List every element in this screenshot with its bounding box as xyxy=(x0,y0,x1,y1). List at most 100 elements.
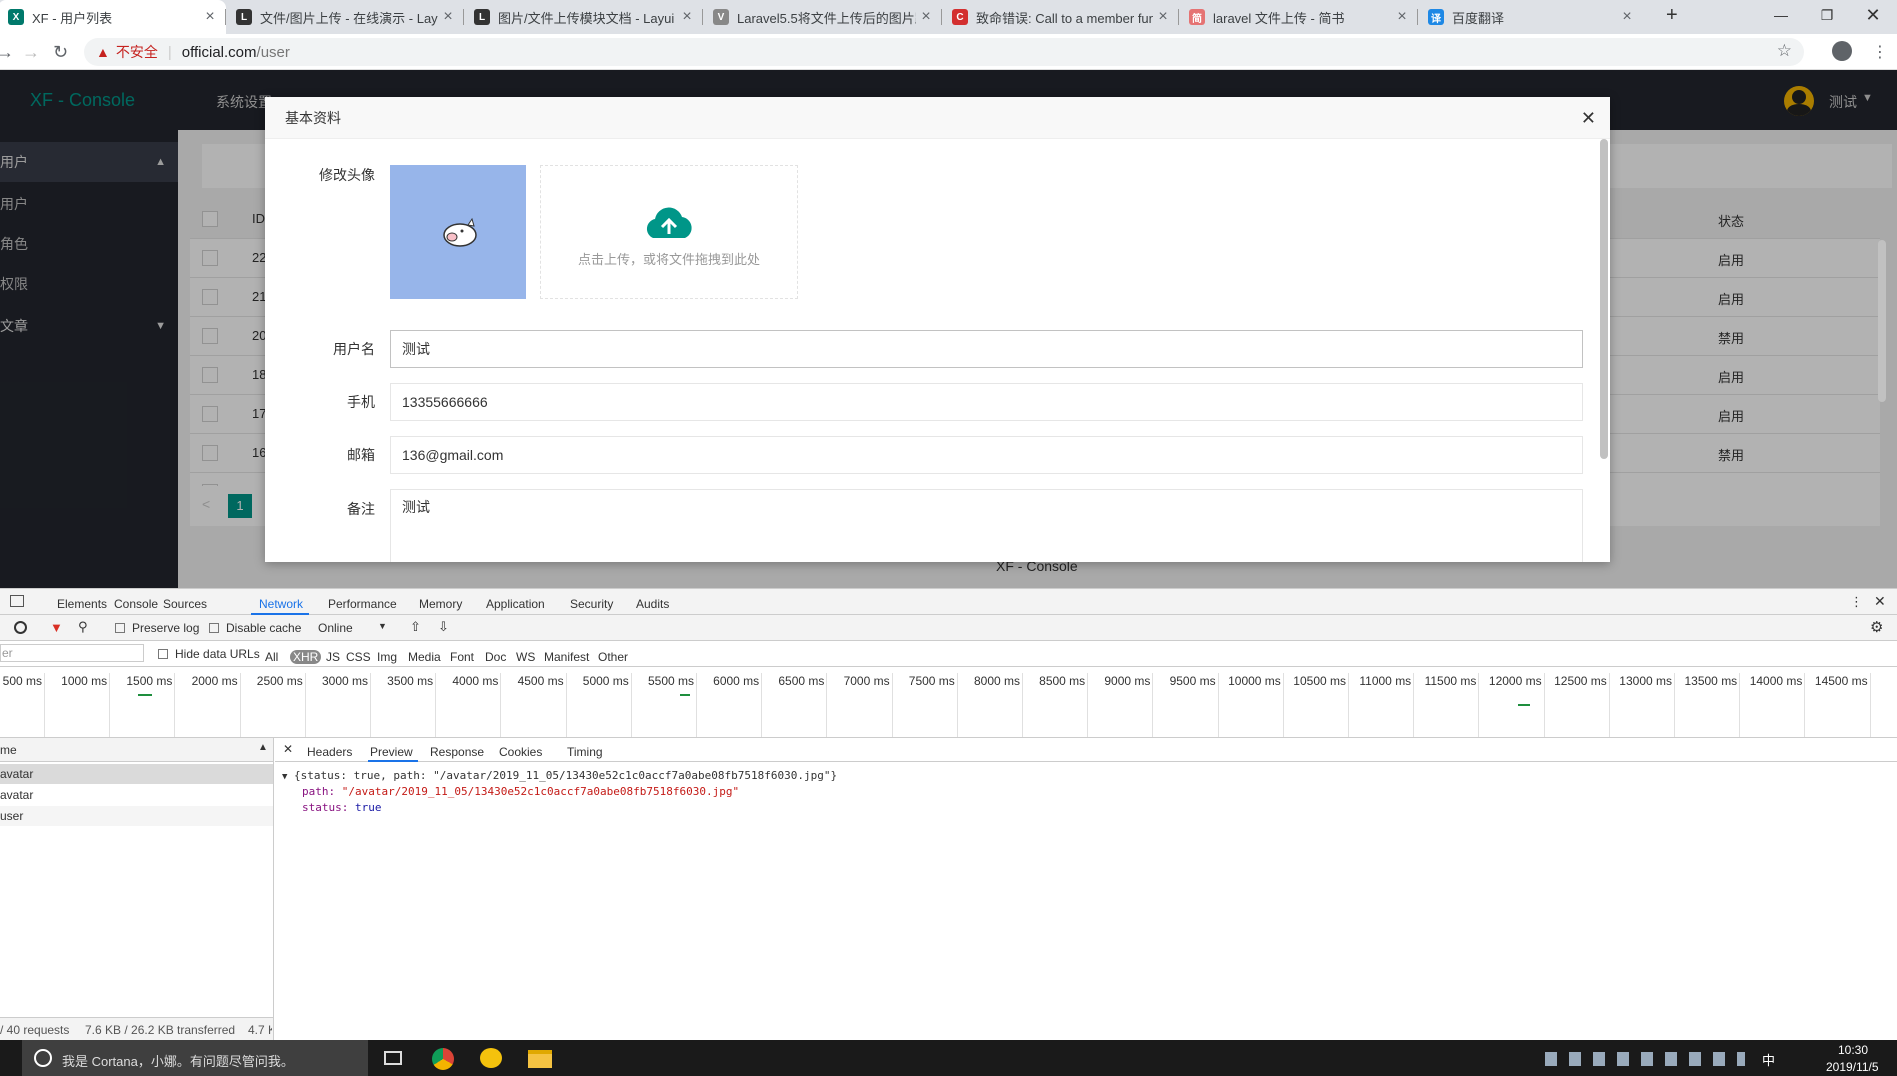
star-icon[interactable]: ☆ xyxy=(1777,41,1792,61)
browser-tab[interactable]: V Laravel5.5将文件上传后的图片路 × xyxy=(703,0,942,34)
devtools-tab-audits[interactable]: Audits xyxy=(636,597,669,611)
detail-tab-timing[interactable]: Timing xyxy=(567,745,603,759)
remark-textarea[interactable]: 测试 xyxy=(390,489,1583,562)
devtools-tab-memory[interactable]: Memory xyxy=(419,597,462,611)
export-icon[interactable]: ⇩ xyxy=(438,619,449,635)
timeline-tick-label: 2000 ms xyxy=(191,674,238,688)
filter-type-xhr[interactable]: XHR xyxy=(290,650,322,664)
duck-taskbar-icon[interactable] xyxy=(480,1048,502,1068)
filter-input[interactable]: er xyxy=(0,644,144,662)
timeline-tick-label: 13500 ms xyxy=(1684,674,1738,688)
devtools-tab-console[interactable]: Console xyxy=(114,597,158,611)
forward-icon-2[interactable]: → xyxy=(22,42,40,63)
upload-dropzone[interactable]: 点击上传，或将文件拖拽到此处 xyxy=(540,165,798,299)
devtools-tab-security[interactable]: Security xyxy=(570,597,613,611)
url-input[interactable]: ▲ 不安全 | official.com /user ☆ xyxy=(84,38,1804,66)
clock-time[interactable]: 10:30 xyxy=(1838,1043,1868,1057)
browser-tab[interactable]: L 文件/图片上传 - 在线演示 - Layu × xyxy=(226,0,464,34)
import-icon[interactable]: ⇧ xyxy=(410,619,421,635)
devtools-tab-performance[interactable]: Performance xyxy=(328,597,397,611)
dock-icon[interactable] xyxy=(10,595,24,607)
menu-dots-icon[interactable]: ⋮ xyxy=(1872,42,1888,62)
preserve-log-checkbox[interactable] xyxy=(115,623,125,633)
tab-close-icon[interactable]: × xyxy=(1153,8,1173,26)
filter-type-js[interactable]: JS xyxy=(326,650,340,664)
tab-close-icon[interactable]: × xyxy=(1392,8,1412,26)
filter-type-other[interactable]: Other xyxy=(598,650,628,664)
filter-type-media[interactable]: Media xyxy=(408,650,441,664)
timeline-tick-label: 6500 ms xyxy=(778,674,825,688)
cortana-search[interactable]: 我是 Cortana，小娜。有问题尽管问我。 xyxy=(22,1040,368,1076)
phone-label: 手机 xyxy=(347,394,375,410)
filter-type-all[interactable]: All xyxy=(265,650,278,664)
tab-close-icon[interactable]: × xyxy=(916,8,936,26)
filter-type-doc[interactable]: Doc xyxy=(485,650,506,664)
page-scrollbar[interactable] xyxy=(1878,240,1886,402)
request-row[interactable]: avatar xyxy=(0,785,273,805)
devtools-tab-network[interactable]: Network xyxy=(259,597,303,611)
settings-gear-icon[interactable]: ⚙ xyxy=(1870,618,1883,636)
close-window-icon[interactable]: ✕ xyxy=(1850,0,1896,30)
devtools-tab-sources[interactable]: Sources xyxy=(163,597,207,611)
clock-date[interactable]: 2019/11/5 xyxy=(1826,1060,1879,1074)
detail-tab-cookies[interactable]: Cookies xyxy=(499,745,542,759)
username-input[interactable]: 测试 xyxy=(390,330,1583,368)
search-icon[interactable]: ⚲ xyxy=(78,619,88,635)
preview-path-row: path: "/avatar/2019_11_05/13430e52c1c0ac… xyxy=(302,785,740,798)
detail-tab-headers[interactable]: Headers xyxy=(307,745,352,759)
browser-tab[interactable]: 译百度翻译 × xyxy=(1418,0,1643,34)
clear-icon[interactable] xyxy=(14,621,27,634)
timeline-tick-label: 2500 ms xyxy=(256,674,303,688)
email-input[interactable]: 136@gmail.com xyxy=(390,436,1583,474)
tab-close-icon[interactable]: × xyxy=(200,8,220,26)
tab-close-icon[interactable]: × xyxy=(1617,8,1637,26)
account-icon[interactable] xyxy=(1832,41,1852,61)
new-tab-button[interactable]: + xyxy=(1666,4,1678,27)
detail-tab-preview[interactable]: Preview xyxy=(370,745,413,759)
tab-close-icon[interactable]: × xyxy=(438,8,458,26)
browser-tab[interactable]: L 图片/文件上传模块文档 - Layui × xyxy=(464,0,703,34)
minimize-icon[interactable]: — xyxy=(1758,0,1804,30)
filter-type-font[interactable]: Font xyxy=(450,650,474,664)
tab-close-icon[interactable]: × xyxy=(677,8,697,26)
browser-tab[interactable]: C 致命错误: Call to a member fun × xyxy=(942,0,1179,34)
devtools-tab-application[interactable]: Application xyxy=(486,597,545,611)
browser-tab[interactable]: X XF - 用户列表 × xyxy=(0,0,226,34)
forward-icon[interactable]: → xyxy=(0,42,14,63)
detail-tab-response[interactable]: Response xyxy=(430,745,484,759)
filter-icon[interactable]: ▼ xyxy=(50,620,63,635)
request-list-header[interactable]: me ▲ xyxy=(0,738,273,762)
filter-type-ws[interactable]: WS xyxy=(516,650,535,664)
timeline-gridline xyxy=(1413,673,1415,737)
detail-close-icon[interactable]: ✕ xyxy=(283,742,293,756)
devtools-menu-icon[interactable]: ⋮ xyxy=(1850,594,1863,610)
ime-indicator[interactable]: 中 xyxy=(1762,1050,1775,1069)
filter-type-manifest[interactable]: Manifest xyxy=(544,650,589,664)
task-view-icon[interactable] xyxy=(384,1051,402,1065)
system-tray-icons[interactable] xyxy=(1545,1052,1745,1066)
explorer-taskbar-icon[interactable] xyxy=(528,1050,552,1068)
preview-status-row: status: true xyxy=(302,801,382,814)
filter-type-css[interactable]: CSS xyxy=(346,650,371,664)
network-toolbar: ▼ ⚲ Preserve log Disable cache Online ▼ … xyxy=(0,615,1897,641)
devtools-tab-elements[interactable]: Elements xyxy=(57,597,107,611)
filter-type-img[interactable]: Img xyxy=(377,650,397,664)
chrome-taskbar-icon[interactable] xyxy=(432,1048,454,1070)
reload-icon[interactable]: ↻ xyxy=(53,42,68,63)
throttle-select[interactable]: Online xyxy=(318,621,353,635)
request-row[interactable]: avatar xyxy=(0,764,273,784)
windows-taskbar: 我是 Cortana，小娜。有问题尽管问我。 中 10:30 2019/11/5 xyxy=(0,1040,1897,1076)
timeline-gridline xyxy=(826,673,828,737)
phone-input[interactable]: 13355666666 xyxy=(390,383,1583,421)
hide-data-urls-checkbox[interactable] xyxy=(158,649,168,659)
request-row[interactable]: user xyxy=(0,806,273,826)
browser-tab[interactable]: 简 laravel 文件上传 - 简书 × xyxy=(1179,0,1418,34)
cloud-upload-icon xyxy=(646,207,692,238)
preview-summary-row[interactable]: ▼ {status: true, path: "/avatar/2019_11_… xyxy=(282,769,837,782)
devtools-close-icon[interactable]: ✕ xyxy=(1874,593,1886,610)
modal-scrollbar[interactable] xyxy=(1600,139,1608,459)
browser-tab-bar: X XF - 用户列表 × L 文件/图片上传 - 在线演示 - Layu × L 图片/文件… xyxy=(0,0,1897,34)
close-icon[interactable]: ✕ xyxy=(1581,97,1596,139)
disable-cache-checkbox[interactable] xyxy=(209,623,219,633)
restore-icon[interactable]: ❐ xyxy=(1804,0,1850,30)
